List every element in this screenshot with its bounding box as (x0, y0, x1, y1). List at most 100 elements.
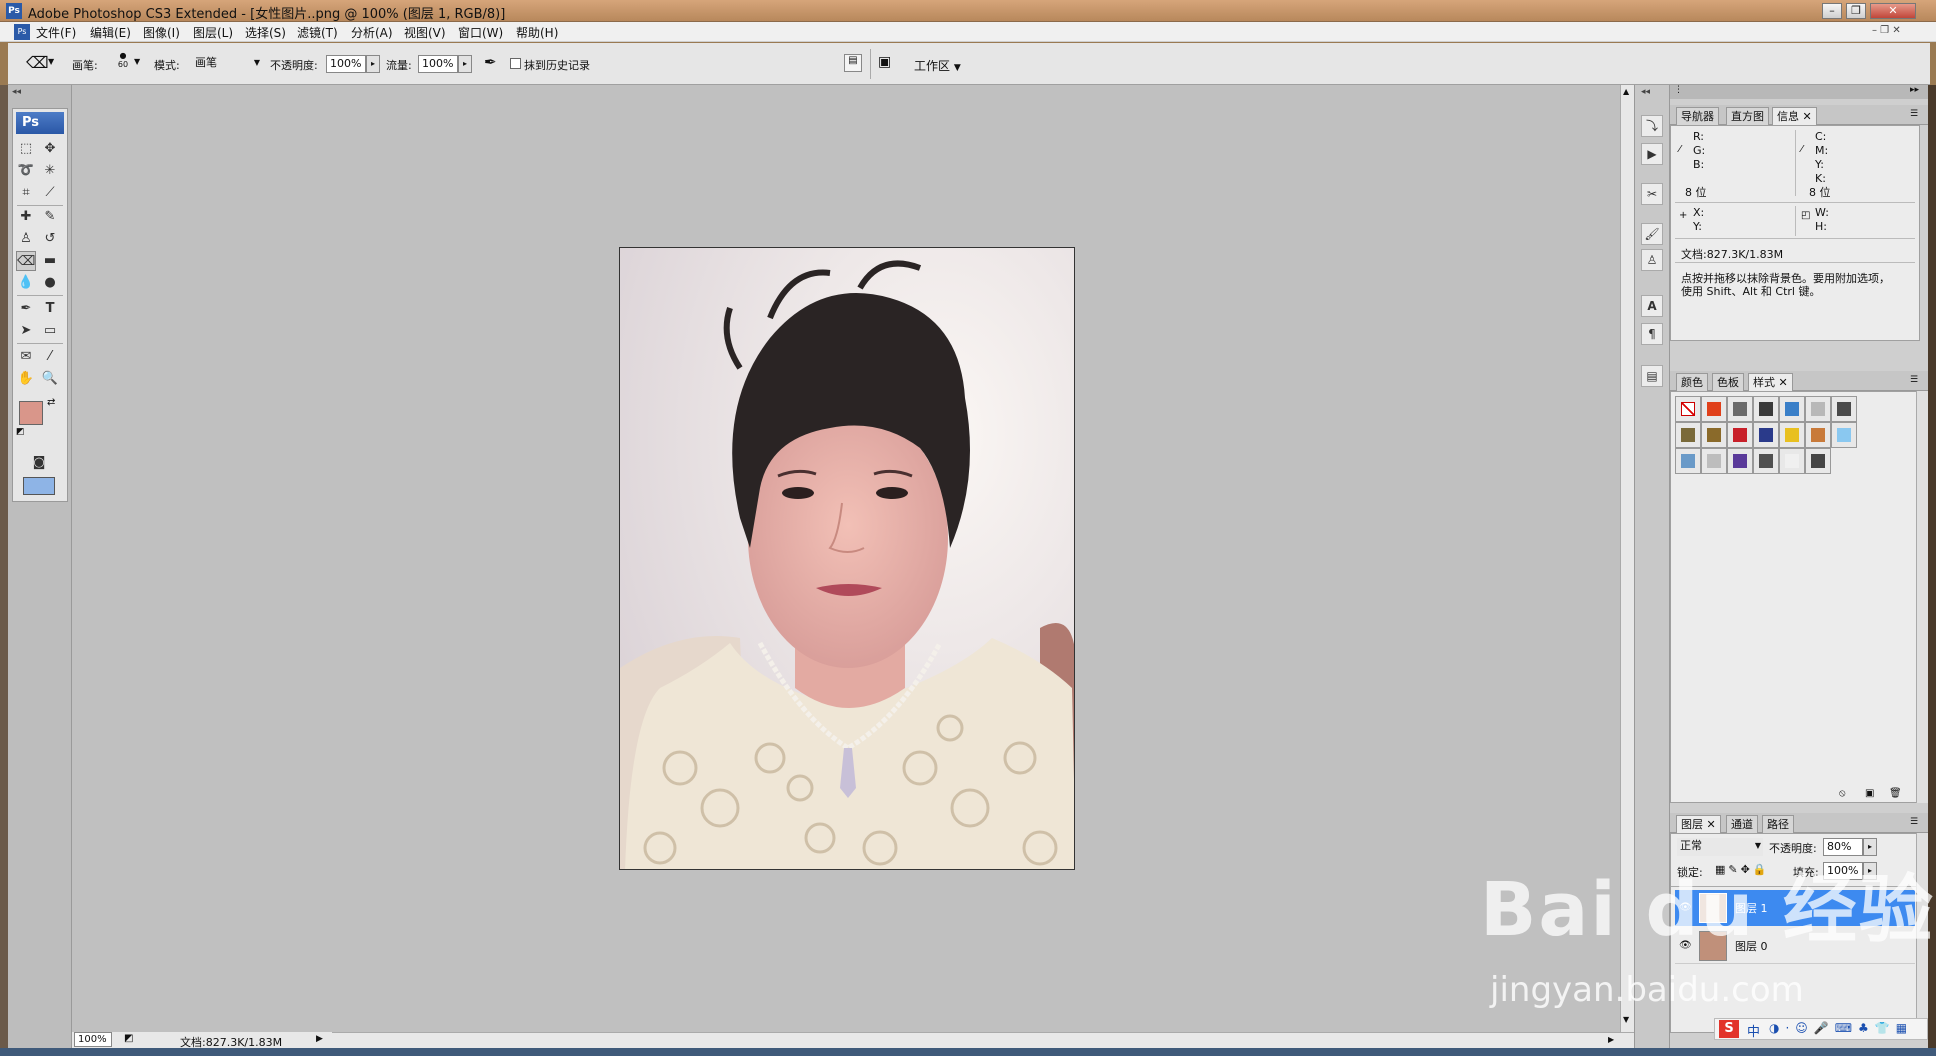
style-swatch[interactable] (1675, 396, 1701, 422)
tab-styles[interactable]: 样式 ✕ (1748, 373, 1793, 391)
hand-tool-icon[interactable]: ✋ (16, 369, 36, 389)
style-swatch[interactable] (1701, 422, 1727, 448)
menu-layer[interactable]: 图层(L) (193, 24, 233, 41)
style-swatch[interactable] (1805, 448, 1831, 474)
menu-analysis[interactable]: 分析(A) (351, 24, 393, 41)
panel-grip-icon[interactable]: ⋮ (1674, 85, 1683, 95)
brush-dropdown-icon[interactable]: ▼ (134, 57, 140, 66)
path-selection-tool-icon[interactable]: ➤ (16, 321, 36, 341)
clone-source-icon[interactable]: ♙ (1641, 249, 1663, 271)
close-icon[interactable]: ✕ (1803, 110, 1812, 123)
layer-comps-icon[interactable]: ▤ (1641, 365, 1663, 387)
menu-file[interactable]: 文件(F) (36, 24, 76, 41)
clear-style-icon[interactable]: ⦸ (1839, 788, 1846, 799)
character-panel-icon[interactable]: A (1641, 295, 1663, 317)
airbrush-icon[interactable]: ✒ (484, 53, 497, 71)
collapse-toolbox-icon[interactable]: ◂◂ (12, 87, 21, 97)
style-swatch[interactable] (1831, 422, 1857, 448)
new-style-icon[interactable]: ▣ (1865, 788, 1874, 799)
scroll-up-icon[interactable]: ▲ (1623, 87, 1629, 96)
ime-tool-icons[interactable]: ◑·☺🎤⌨♣👕▦ (1769, 1021, 1913, 1035)
blur-tool-icon[interactable]: 💧 (16, 273, 36, 293)
brushes-panel-icon[interactable]: 🖌 (1641, 223, 1663, 245)
history-panel-icon[interactable]: ⤵ (1641, 115, 1663, 137)
notes-tool-icon[interactable]: ✉ (16, 347, 36, 367)
menu-view[interactable]: 视图(V) (404, 24, 446, 41)
tab-histogram[interactable]: 直方图 (1726, 107, 1769, 125)
style-swatch[interactable] (1727, 448, 1753, 474)
paragraph-panel-icon[interactable]: ¶ (1641, 323, 1663, 345)
style-swatch[interactable] (1779, 396, 1805, 422)
status-menu-icon[interactable]: ◩ (124, 1033, 133, 1044)
pen-tool-icon[interactable]: ✒ (16, 299, 36, 319)
sogou-icon[interactable]: S (1719, 1020, 1739, 1038)
style-swatch[interactable] (1779, 448, 1805, 474)
style-swatch[interactable] (1753, 396, 1779, 422)
screen-mode-icon[interactable] (23, 477, 55, 495)
style-swatch[interactable] (1753, 422, 1779, 448)
zoom-tool-icon[interactable]: 🔍 (40, 369, 60, 389)
tab-layers[interactable]: 图层 ✕ (1676, 815, 1721, 833)
panel-menu-icon[interactable]: ☰ (1910, 817, 1918, 827)
healing-brush-tool-icon[interactable]: ✚ (16, 207, 36, 227)
menu-help[interactable]: 帮助(H) (516, 24, 558, 41)
type-tool-icon[interactable]: T (40, 299, 60, 319)
dodge-tool-icon[interactable]: ● (40, 273, 60, 293)
menu-window[interactable]: 窗口(W) (458, 24, 503, 41)
workspace-button[interactable]: 工作区 ▼ (914, 57, 961, 74)
clone-stamp-tool-icon[interactable]: ♙ (16, 229, 36, 249)
file-browser-icon[interactable]: ▤ (844, 54, 862, 72)
marquee-tool-icon[interactable]: ⬚ (16, 139, 36, 159)
doc-icon[interactable]: Ps (14, 24, 30, 40)
tab-swatches[interactable]: 色板 (1712, 373, 1744, 391)
restore-button[interactable]: ❐ (1846, 3, 1866, 19)
bridge-icon[interactable]: ▣ (878, 54, 891, 70)
styles-scrollbar[interactable] (1916, 391, 1928, 803)
opacity-slider-button[interactable]: ▸ (366, 55, 380, 73)
doc-window-controls[interactable]: – ❐ ✕ (1872, 25, 1901, 36)
tab-channels[interactable]: 通道 (1726, 815, 1758, 833)
close-icon[interactable]: ✕ (1707, 818, 1716, 831)
opacity-field[interactable]: 100% (326, 55, 366, 73)
style-swatch[interactable] (1831, 396, 1857, 422)
scroll-right-icon[interactable]: ▶ (1608, 1035, 1614, 1044)
close-button[interactable]: ✕ (1870, 3, 1916, 19)
panel-menu-icon[interactable]: ☰ (1910, 375, 1918, 385)
move-tool-icon[interactable]: ✥ (40, 139, 60, 159)
default-colors-icon[interactable]: ◩ (16, 427, 25, 437)
eyedropper-tool-icon[interactable]: ⁄ (40, 347, 60, 367)
ime-mode[interactable]: 中 (1747, 1021, 1760, 1040)
menu-select[interactable]: 选择(S) (245, 24, 286, 41)
zoom-field[interactable]: 100% (74, 1032, 112, 1047)
style-swatch[interactable] (1727, 396, 1753, 422)
tab-color[interactable]: 颜色 (1676, 373, 1708, 391)
shape-tool-icon[interactable]: ▭ (40, 321, 60, 341)
menu-image[interactable]: 图像(I) (143, 24, 180, 41)
tab-info[interactable]: 信息 ✕ (1772, 107, 1817, 125)
style-swatch[interactable] (1675, 448, 1701, 474)
foreground-color-swatch[interactable] (19, 401, 43, 425)
style-swatch[interactable] (1805, 422, 1831, 448)
panel-menu-icon[interactable]: ☰ (1910, 109, 1918, 119)
mode-select[interactable]: 画笔 ▼ (192, 55, 262, 73)
menu-filter[interactable]: 滤镜(T) (297, 24, 338, 41)
slice-tool-icon[interactable]: ⟋ (40, 183, 60, 203)
status-arrow-icon[interactable]: ▶ (316, 1034, 323, 1044)
quick-mask-icon[interactable]: ◙ (29, 453, 49, 473)
tool-preset-dropdown-icon[interactable]: ▼ (48, 57, 54, 66)
style-swatch[interactable] (1701, 448, 1727, 474)
swap-colors-icon[interactable]: ⇄ (47, 397, 55, 408)
collapse-panels-icon[interactable]: ▸▸ (1910, 85, 1919, 95)
history-brush-tool-icon[interactable]: ↺ (40, 229, 60, 249)
style-swatch[interactable] (1805, 396, 1831, 422)
close-icon[interactable]: ✕ (1779, 376, 1788, 389)
delete-style-icon[interactable]: 🗑 (1889, 788, 1902, 799)
tool-presets-icon[interactable]: ✂ (1641, 183, 1663, 205)
gradient-tool-icon[interactable]: ▬ (40, 251, 60, 271)
brush-preview[interactable]: ● 60 (112, 51, 134, 79)
style-swatch[interactable] (1727, 422, 1753, 448)
erase-history-checkbox[interactable] (510, 58, 521, 69)
tab-paths[interactable]: 路径 (1762, 815, 1794, 833)
style-swatch[interactable] (1779, 422, 1805, 448)
actions-panel-icon[interactable]: ▶ (1641, 143, 1663, 165)
